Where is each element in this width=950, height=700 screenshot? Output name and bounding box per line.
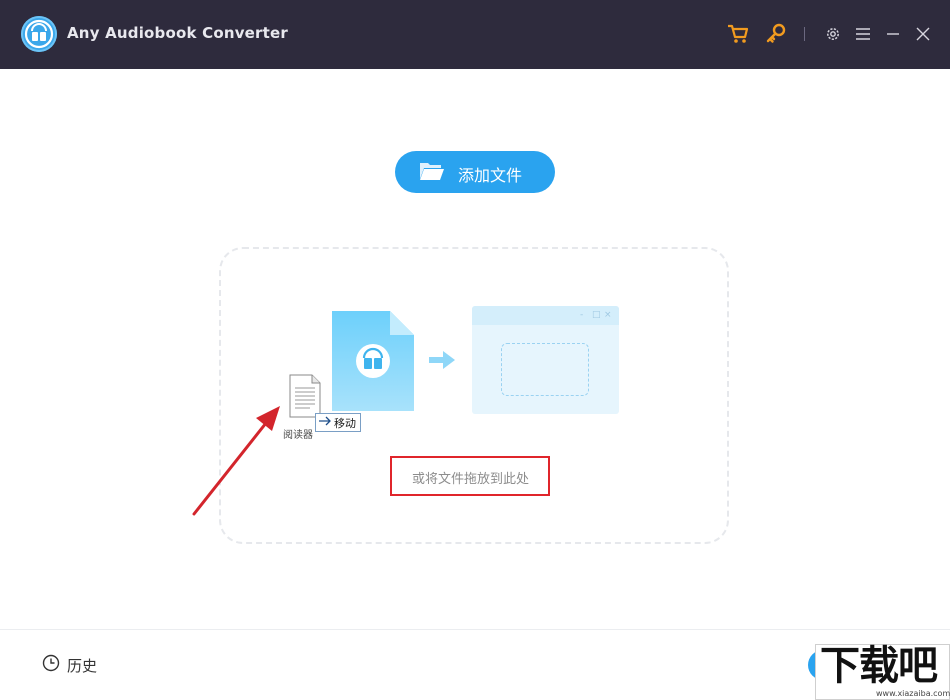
close-icon[interactable] (911, 22, 935, 46)
app-window-illustration: - □ × (472, 306, 619, 414)
watermark-logo: 下载吧 www.xiazaiba.com (815, 643, 950, 700)
clock-icon (42, 654, 60, 676)
move-arrow-icon (318, 415, 332, 430)
red-annotation-arrow (190, 404, 286, 522)
title-bar-separator (804, 27, 805, 41)
menu-icon[interactable] (851, 22, 875, 46)
watermark-text: 下载吧 (820, 643, 938, 689)
app-window: Any Audiobook Converter 添加文件 - □ × 阅读器 移… (0, 0, 950, 700)
gear-icon[interactable] (821, 22, 845, 46)
add-file-label: 添加文件 (458, 166, 523, 185)
add-file-button[interactable]: 添加文件 (395, 151, 555, 193)
window-illustration-minimize: - (580, 310, 584, 320)
window-illustration-drop-target (501, 343, 589, 396)
drop-hint-text: 或将文件拖放到此处 (412, 472, 530, 487)
app-title: Any Audiobook Converter (67, 24, 288, 42)
app-logo-icon (21, 16, 57, 52)
arrow-right-icon (427, 348, 457, 376)
folder-icon (419, 160, 445, 186)
audiobook-file-illustration (332, 311, 414, 415)
footer-divider (0, 629, 950, 630)
move-tooltip: 移动 (315, 413, 361, 432)
window-illustration-maximize: □ (592, 310, 601, 320)
dragged-file-name: 阅读器 (283, 430, 313, 441)
history-label: 历史 (67, 656, 98, 675)
watermark-url: www.xiazaiba.com (876, 689, 950, 698)
key-icon[interactable] (764, 22, 788, 46)
title-bar: Any Audiobook Converter (0, 0, 950, 69)
move-tooltip-label: 移动 (334, 416, 356, 430)
minimize-icon[interactable] (881, 22, 905, 46)
cart-icon[interactable] (726, 22, 750, 46)
window-illustration-close: × (604, 310, 612, 320)
history-button[interactable]: 历史 (42, 654, 98, 676)
